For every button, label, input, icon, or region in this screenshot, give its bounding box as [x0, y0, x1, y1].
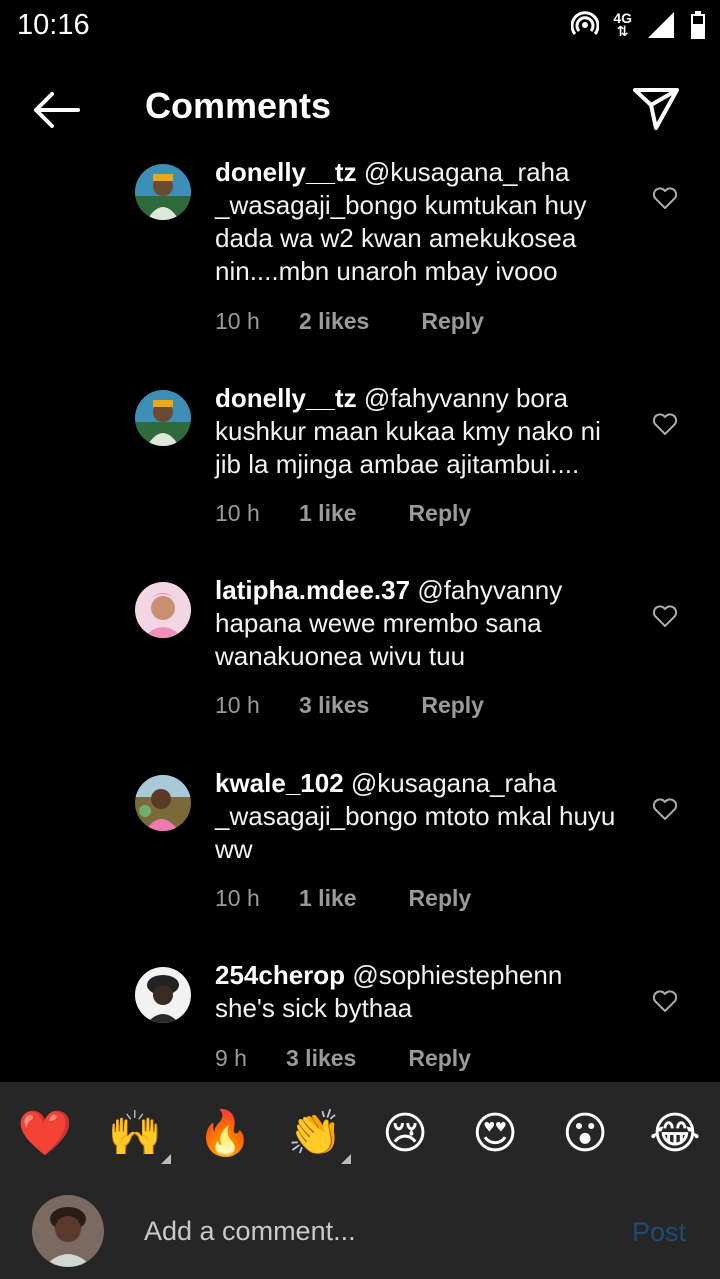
comment-time: 10 h: [215, 500, 260, 526]
avatar[interactable]: [135, 582, 191, 638]
direct-message-icon[interactable]: [630, 84, 682, 134]
emoji-clapping-hands[interactable]: 👏: [287, 1106, 351, 1164]
comment-likes[interactable]: 3 likes: [299, 692, 369, 719]
like-heart-icon[interactable]: [652, 989, 678, 1013]
reply-button[interactable]: Reply: [409, 500, 472, 527]
skin-tone-indicator-icon: [341, 1154, 351, 1164]
header: Comments: [0, 60, 720, 156]
comment-username[interactable]: donelly__tz: [215, 157, 357, 187]
comment-text: donelly__tz @fahyvanny bora kushkur maan…: [215, 382, 620, 481]
comment-likes[interactable]: 1 like: [299, 885, 357, 912]
comment-meta: 10 h 1 like Reply: [215, 500, 471, 527]
emoji-tears-of-joy[interactable]: 😂: [647, 1106, 703, 1162]
emoji-crying-face[interactable]: 😢: [377, 1106, 433, 1162]
comment-time: 9 h: [215, 1045, 247, 1071]
battery-icon: [691, 11, 705, 39]
comment-meta: 9 h 3 likes Reply: [215, 1045, 471, 1072]
skin-tone-indicator-icon: [161, 1154, 171, 1164]
reply-button[interactable]: Reply: [408, 1045, 471, 1072]
avatar[interactable]: [135, 775, 191, 831]
avatar[interactable]: [135, 164, 191, 220]
comment-text: donelly__tz @kusagana_raha _wasagaji_bon…: [215, 156, 620, 288]
back-arrow-icon[interactable]: [30, 88, 82, 132]
like-heart-icon[interactable]: [652, 604, 678, 628]
like-heart-icon[interactable]: [652, 412, 678, 436]
emoji-bar: ❤️ 🙌 🔥 👏 😢 😍 😮 😂: [0, 1082, 720, 1183]
signal-icon: [648, 12, 674, 38]
comment-username[interactable]: kwale_102: [215, 768, 344, 798]
reply-button[interactable]: Reply: [409, 885, 472, 912]
comment-text: 254cherop @sophiestephenn she's sick byt…: [215, 959, 620, 1025]
hotspot-icon: [571, 11, 600, 35]
comment-likes[interactable]: 1 like: [299, 500, 357, 527]
comment-username[interactable]: donelly__tz: [215, 383, 357, 413]
comment-text: latipha.mdee.37 @fahyvanny hapana wewe m…: [215, 574, 620, 673]
status-bar: 10:16 4G ⇅: [0, 0, 720, 52]
compose-bar: Post: [0, 1183, 720, 1279]
comment-text: kwale_102 @kusagana_raha _wasagaji_bongo…: [215, 767, 620, 866]
comment-input[interactable]: [144, 1211, 604, 1251]
comment-meta: 10 h 3 likes Reply: [215, 692, 484, 719]
page-title: Comments: [145, 85, 332, 126]
emoji-raising-hands-glyph: 🙌: [107, 1108, 163, 1159]
like-heart-icon[interactable]: [652, 797, 678, 821]
like-heart-icon[interactable]: [652, 186, 678, 210]
comment-time: 10 h: [215, 885, 260, 911]
emoji-fire[interactable]: 🔥: [197, 1106, 253, 1162]
network-indicator: 4G ⇅: [613, 11, 632, 39]
current-user-avatar: [32, 1195, 104, 1267]
comment-likes[interactable]: 2 likes: [299, 308, 369, 335]
emoji-heart-eyes[interactable]: 😍: [467, 1106, 523, 1162]
status-time: 10:16: [17, 9, 90, 41]
emoji-clapping-hands-glyph: 👏: [287, 1108, 343, 1159]
comment-meta: 10 h 2 likes Reply: [215, 308, 484, 335]
comment-username[interactable]: latipha.mdee.37: [215, 575, 410, 605]
avatar[interactable]: [135, 967, 191, 1023]
emoji-raising-hands[interactable]: 🙌: [107, 1106, 171, 1164]
comment-meta: 10 h 1 like Reply: [215, 885, 471, 912]
comment-username[interactable]: 254cherop: [215, 960, 345, 990]
emoji-surprised-face[interactable]: 😮: [557, 1106, 613, 1162]
avatar[interactable]: [135, 390, 191, 446]
reply-button[interactable]: Reply: [421, 692, 484, 719]
data-arrows-icon: ⇅: [616, 23, 629, 39]
comment-time: 10 h: [215, 692, 260, 718]
comment-time: 10 h: [215, 308, 260, 334]
reply-button[interactable]: Reply: [421, 308, 484, 335]
comment-likes[interactable]: 3 likes: [286, 1045, 356, 1072]
status-icons: 4G ⇅: [571, 8, 706, 42]
post-button[interactable]: Post: [632, 1217, 686, 1248]
emoji-heart[interactable]: ❤️: [17, 1106, 73, 1162]
